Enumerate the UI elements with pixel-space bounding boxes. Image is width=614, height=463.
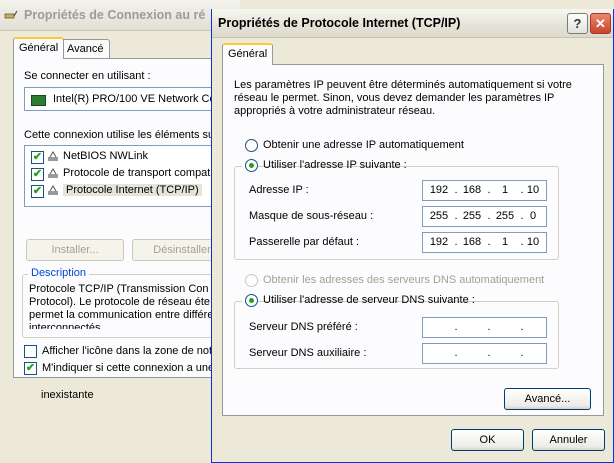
ip-octet[interactable]: 255	[492, 210, 518, 222]
back-window-title: Propriétés de Connexion au ré	[24, 8, 206, 22]
connect-using-label: Se connecter en utilisant :	[24, 70, 151, 82]
subnet-mask-field[interactable]: 255. 255. 255. 0	[422, 206, 547, 227]
ip-address-label: Adresse IP :	[249, 184, 309, 196]
tcpip-properties-window: Propriétés de Protocole Internet (TCP/IP…	[211, 9, 614, 463]
network-protocol-icon	[48, 151, 58, 161]
advanced-button[interactable]: Avancé...	[504, 388, 591, 410]
ip-octet[interactable]: 0	[520, 210, 546, 222]
transport-checkbox[interactable]: ✔	[31, 168, 44, 181]
intro-line: appropriés à votre administrateur réseau…	[234, 105, 436, 117]
ip-octet[interactable]: 10	[520, 236, 546, 248]
tab-label: Général	[228, 48, 268, 60]
description-line: Protocol). Le protocole de réseau éte	[29, 296, 211, 308]
manual-dns-label: Utiliser l'adresse de serveur DNS suivan…	[263, 294, 475, 306]
help-button[interactable]: ?	[567, 13, 588, 34]
intro-line: réseau le permet. Sinon, vous devez dema…	[234, 92, 555, 104]
description-line: permet la communication entre différe	[29, 309, 214, 321]
tab-label: Général	[19, 42, 59, 54]
auto-ip-radio[interactable]	[245, 139, 258, 152]
description-line: interconnectés	[29, 322, 101, 329]
front-title-bar[interactable]: Propriétés de Protocole Internet (TCP/IP…	[212, 9, 613, 38]
manual-ip-option[interactable]: Utiliser l'adresse IP suivante :	[242, 159, 407, 174]
close-button[interactable]: ✕	[590, 13, 611, 34]
preferred-dns-label: Serveur DNS préféré :	[249, 321, 358, 333]
ip-octet[interactable]: 192	[426, 184, 452, 196]
notify-label: M'indiquer si cette connexion a une	[42, 362, 215, 374]
description-line: Protocole TCP/IP (Transmission Con	[29, 283, 209, 295]
description-title: Description	[28, 267, 90, 279]
tab-general-back[interactable]: Général	[13, 37, 65, 59]
subnet-mask-label: Masque de sous-réseau :	[249, 210, 374, 222]
tcpip-checkbox[interactable]: ✔	[31, 185, 44, 198]
show-icon-checkbox[interactable]	[24, 345, 37, 358]
notify-label-line2: inexistante	[41, 389, 94, 401]
ip-octet[interactable]: 1	[492, 184, 518, 196]
network-protocol-icon	[48, 185, 58, 195]
front-general-panel: Les paramètres IP peuvent être déterminé…	[222, 64, 604, 416]
gateway-label: Passerelle par défaut :	[249, 236, 360, 248]
tab-label: Avancé	[67, 43, 104, 55]
alternate-dns-field[interactable]: ...	[422, 343, 547, 364]
network-connection-icon	[4, 10, 18, 19]
ip-octet[interactable]: 168	[459, 184, 485, 196]
manual-ip-label: Utiliser l'adresse IP suivante :	[263, 159, 407, 171]
ok-button[interactable]: OK	[451, 429, 524, 451]
item-label: Protocole de transport compati	[63, 167, 213, 179]
back-title-bar[interactable]: Propriétés de Connexion au ré	[0, 0, 240, 31]
close-icon: ✕	[595, 16, 606, 31]
notify-checkbox[interactable]: ✔	[24, 362, 37, 375]
cancel-button[interactable]: Annuler	[532, 429, 605, 451]
network-adapter-icon	[31, 95, 46, 106]
ip-octet[interactable]: 10	[520, 184, 546, 196]
connection-properties-window: Propriétés de Connexion au ré Général Av…	[0, 0, 253, 463]
ip-octet[interactable]: 255	[459, 210, 485, 222]
ip-address-field[interactable]: 192. 168. 1. 10	[422, 180, 547, 201]
adapter-name: Intel(R) PRO/100 VE Network Co	[53, 93, 216, 105]
item-label: Protocole Internet (TCP/IP)	[63, 184, 202, 196]
ip-octet[interactable]: 255	[426, 210, 452, 222]
manual-ip-radio[interactable]	[245, 159, 258, 172]
front-window-title: Propriétés de Protocole Internet (TCP/IP…	[218, 16, 461, 30]
alternate-dns-label: Serveur DNS auxiliaire :	[249, 347, 367, 359]
show-icon-label: Afficher l'icône dans la zone de notif	[42, 345, 218, 357]
auto-ip-label[interactable]: Obtenir une adresse IP automatiquement	[263, 139, 464, 151]
auto-dns-label[interactable]: Obtenir les adresses des serveurs DNS au…	[263, 274, 544, 286]
gateway-field[interactable]: 192. 168. 1. 10	[422, 232, 547, 253]
manual-dns-radio[interactable]	[245, 294, 258, 307]
ip-octet[interactable]: 1	[492, 236, 518, 248]
tab-general[interactable]: Général	[222, 43, 274, 65]
manual-dns-option[interactable]: Utiliser l'adresse de serveur DNS suivan…	[242, 294, 475, 309]
intro-line: Les paramètres IP peuvent être déterminé…	[234, 79, 572, 91]
help-icon: ?	[573, 16, 582, 31]
ip-octet[interactable]: 168	[459, 236, 485, 248]
network-protocol-icon	[48, 168, 58, 178]
item-label: NetBIOS NWLink	[63, 150, 148, 162]
ip-octet[interactable]: 192	[426, 236, 452, 248]
install-button[interactable]: Installer...	[26, 239, 124, 261]
tab-advanced-back[interactable]: Avancé	[61, 39, 110, 59]
netbios-checkbox[interactable]: ✔	[31, 151, 44, 164]
items-label: Cette connexion utilise les éléments sui…	[24, 129, 223, 141]
auto-dns-radio[interactable]	[245, 274, 258, 287]
preferred-dns-field[interactable]: ...	[422, 317, 547, 338]
